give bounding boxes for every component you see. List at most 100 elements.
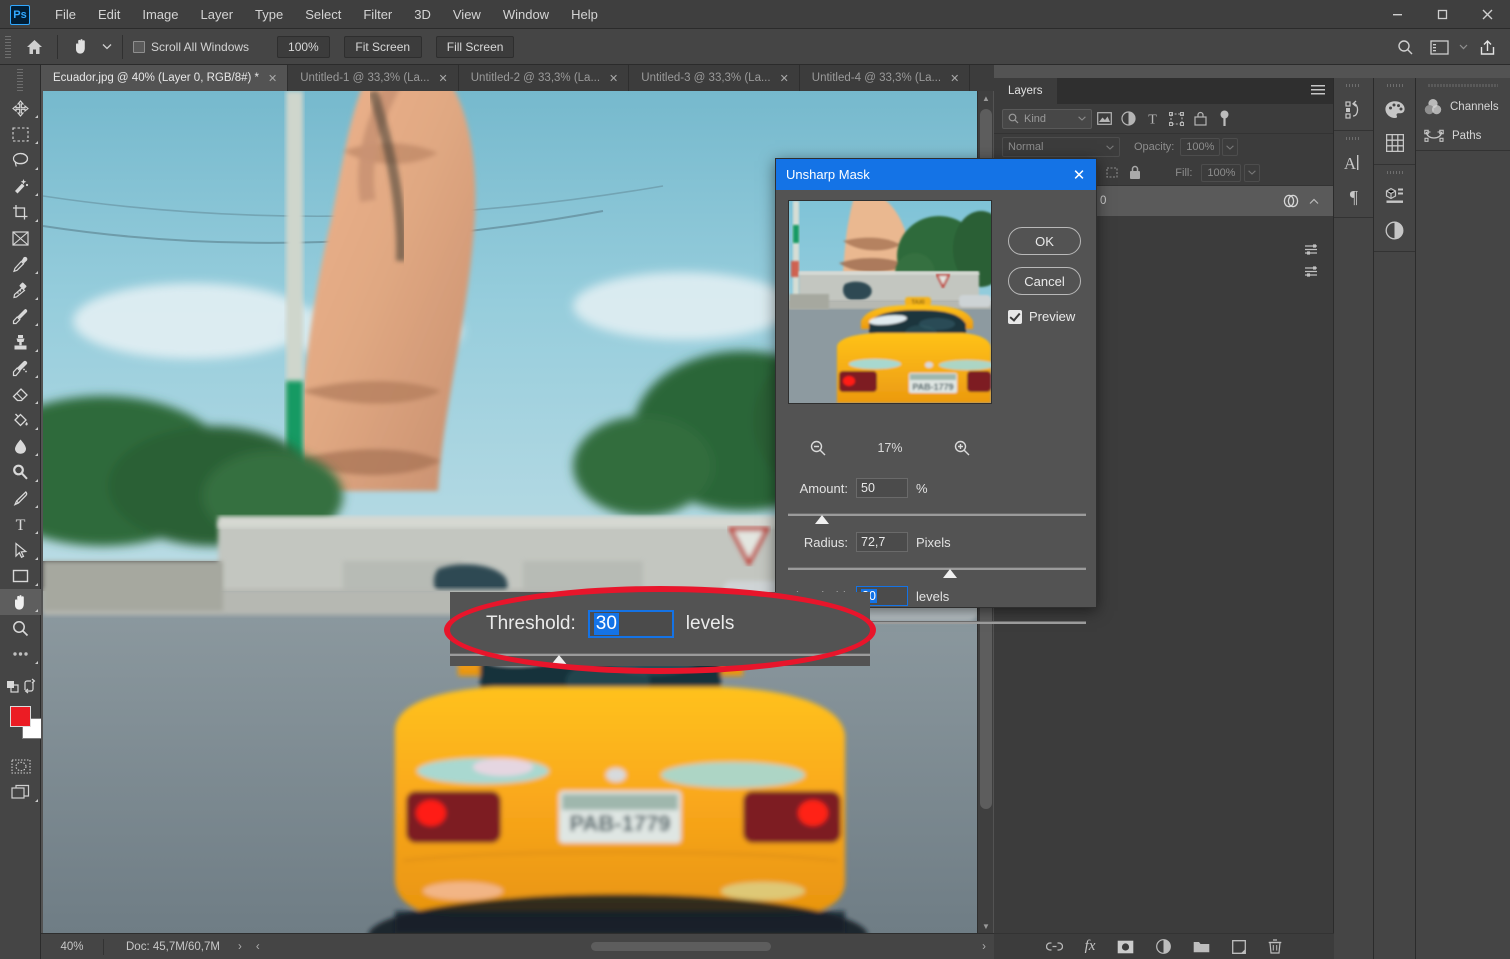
layer-filter-kind-select[interactable]: Kind xyxy=(1002,109,1092,129)
scroll-all-windows-checkbox[interactable]: Scroll All Windows xyxy=(133,40,249,54)
color-swatches[interactable] xyxy=(0,703,41,743)
close-button[interactable] xyxy=(1465,0,1510,29)
default-colors-and-swap[interactable] xyxy=(0,673,41,699)
dialog-title-bar[interactable]: Unsharp Mask ✕ xyxy=(776,159,1096,190)
amount-slider-knob[interactable] xyxy=(815,515,829,524)
layer-style-fx-icon[interactable]: fx xyxy=(1085,938,1096,955)
preview-checkbox-box[interactable] xyxy=(1008,310,1022,324)
radius-slider[interactable] xyxy=(788,563,1086,579)
fill-dropdown-button[interactable] xyxy=(1244,164,1260,182)
filter-toggle-icon[interactable] xyxy=(1212,108,1236,130)
menu-item-3d[interactable]: 3D xyxy=(403,0,442,29)
dock-grip[interactable] xyxy=(1428,81,1498,90)
adjustments-icon[interactable] xyxy=(1374,213,1415,247)
link-layers-icon[interactable] xyxy=(1046,941,1063,952)
scroll-up-arrow[interactable]: ▲ xyxy=(978,91,994,105)
brush-tool[interactable] xyxy=(0,303,41,329)
path-selection-tool[interactable] xyxy=(0,537,41,563)
pixel-layer-filter-icon[interactable] xyxy=(1092,108,1116,130)
canvas-horizontal-scrollbar[interactable] xyxy=(291,939,1011,954)
crop-tool[interactable] xyxy=(0,199,41,225)
menu-item-type[interactable]: Type xyxy=(244,0,294,29)
rectangle-tool[interactable] xyxy=(0,563,41,589)
callout-slider-knob[interactable] xyxy=(550,655,568,666)
add-layer-mask-icon[interactable] xyxy=(1117,940,1134,954)
character-icon[interactable]: A xyxy=(1334,145,1373,179)
hand-tool-icon[interactable] xyxy=(64,32,98,62)
blend-mode-select[interactable]: Normal xyxy=(1002,137,1120,157)
close-icon[interactable]: ✕ xyxy=(268,72,277,85)
spot-healing-brush-tool[interactable] xyxy=(0,277,41,303)
status-zoom-level[interactable]: 40% xyxy=(41,941,103,953)
chevron-up-icon[interactable] xyxy=(1309,198,1319,205)
ok-button[interactable]: OK xyxy=(1008,227,1081,255)
history-icon[interactable] xyxy=(1334,92,1373,126)
options-bar-grip[interactable] xyxy=(5,36,11,58)
close-icon[interactable]: ✕ xyxy=(780,72,789,85)
chevron-down-icon-2[interactable] xyxy=(1456,32,1470,62)
panel-button-channels[interactable]: Channels xyxy=(1416,92,1510,121)
shape-layer-filter-icon[interactable] xyxy=(1164,108,1188,130)
quick-selection-tool[interactable] xyxy=(0,173,41,199)
scroll-down-arrow[interactable]: ▼ xyxy=(978,919,994,933)
tab-untitled-4[interactable]: Untitled-4 @ 33,3% (La... ✕ xyxy=(800,65,971,91)
workspace-icon[interactable] xyxy=(1422,32,1456,62)
menu-item-select[interactable]: Select xyxy=(294,0,352,29)
new-layer-icon[interactable] xyxy=(1232,940,1246,954)
adjustment-layer-filter-icon[interactable] xyxy=(1116,108,1140,130)
search-icon[interactable] xyxy=(1388,32,1422,62)
status-right-arrow[interactable]: › xyxy=(982,941,986,953)
chevron-down-icon[interactable] xyxy=(98,32,116,62)
fill-input[interactable]: 100% xyxy=(1201,164,1241,182)
dock-grip[interactable] xyxy=(1346,81,1361,90)
screen-mode-icon[interactable] xyxy=(0,779,41,805)
eyedropper-tool[interactable] xyxy=(0,251,41,277)
tab-untitled-1[interactable]: Untitled-1 @ 33,3% (La... ✕ xyxy=(288,65,459,91)
smart-object-badge-icon[interactable] xyxy=(1283,194,1299,208)
status-expand-arrow[interactable]: › xyxy=(238,941,242,953)
share-icon[interactable] xyxy=(1470,32,1504,62)
close-icon[interactable]: ✕ xyxy=(439,72,448,85)
preview-checkbox[interactable]: Preview xyxy=(1008,309,1086,324)
smart-object-filter-icon[interactable] xyxy=(1188,108,1212,130)
paragraph-icon[interactable]: ¶ xyxy=(1334,179,1373,213)
close-icon[interactable]: ✕ xyxy=(1068,164,1090,186)
lasso-tool[interactable] xyxy=(0,147,41,173)
grid-pattern-icon[interactable] xyxy=(1374,126,1415,160)
dock-grip[interactable] xyxy=(1346,134,1361,143)
opacity-input[interactable]: 100% xyxy=(1180,138,1220,156)
cancel-button[interactable]: Cancel xyxy=(1008,267,1081,295)
toolbar-grip[interactable] xyxy=(17,69,23,91)
type-layer-filter-icon[interactable]: T xyxy=(1140,108,1164,130)
tab-untitled-3[interactable]: Untitled-3 @ 33,3% (La... ✕ xyxy=(629,65,800,91)
minimize-button[interactable] xyxy=(1375,0,1420,29)
menu-item-file[interactable]: File xyxy=(44,0,87,29)
home-icon[interactable] xyxy=(17,32,51,62)
filter-blending-options-icon[interactable] xyxy=(1304,265,1319,278)
paint-bucket-tool[interactable] xyxy=(0,407,41,433)
filter-blending-options-icon[interactable] xyxy=(1304,243,1319,256)
close-icon[interactable]: ✕ xyxy=(609,72,618,85)
scroll-all-windows-box[interactable] xyxy=(133,41,145,53)
lock-artboard-icon[interactable] xyxy=(1105,166,1119,179)
color-swatches-icon[interactable] xyxy=(1374,92,1415,126)
amount-slider[interactable] xyxy=(788,509,1086,525)
tab-layers[interactable]: Layers xyxy=(994,78,1057,104)
radius-slider-knob[interactable] xyxy=(943,569,957,578)
fill-screen-button[interactable]: Fill Screen xyxy=(436,36,515,58)
radius-input[interactable]: 72,7 xyxy=(856,532,908,552)
zoom-tool[interactable] xyxy=(0,615,41,641)
horizontal-scroll-thumb[interactable] xyxy=(591,942,771,951)
new-adjustment-layer-icon[interactable] xyxy=(1156,939,1171,954)
opacity-dropdown-button[interactable] xyxy=(1222,138,1238,156)
callout-threshold-input[interactable]: 30 xyxy=(588,610,674,638)
menu-item-window[interactable]: Window xyxy=(492,0,560,29)
zoom-100-button[interactable]: 100% xyxy=(277,36,330,58)
dialog-preview-thumbnail[interactable]: TAXI PAB-1779 xyxy=(788,200,992,404)
panel-menu-icon[interactable] xyxy=(1311,85,1325,96)
type-tool[interactable]: T xyxy=(0,511,41,537)
menu-item-image[interactable]: Image xyxy=(131,0,189,29)
blur-tool[interactable] xyxy=(0,433,41,459)
menu-item-filter[interactable]: Filter xyxy=(352,0,403,29)
zoom-in-icon[interactable] xyxy=(954,440,970,456)
